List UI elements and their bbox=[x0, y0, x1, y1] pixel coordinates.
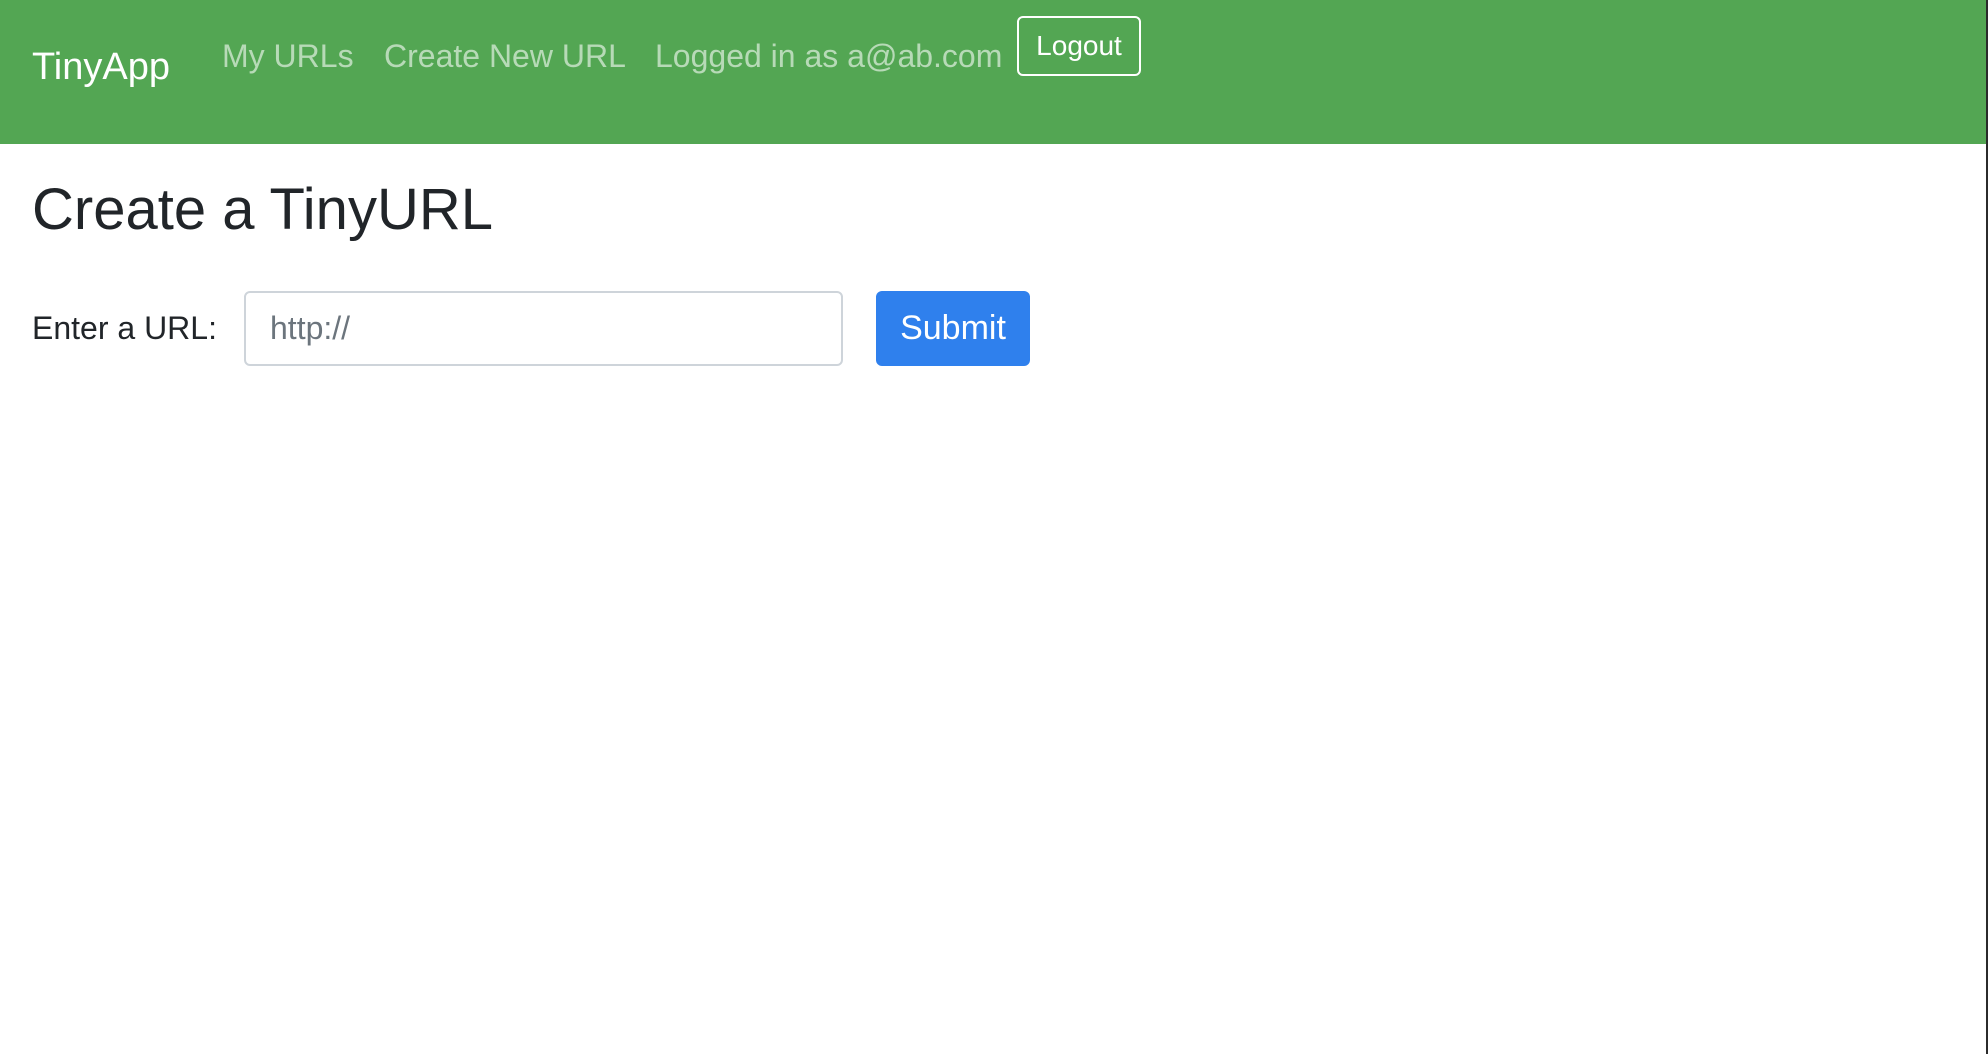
url-input[interactable] bbox=[244, 291, 843, 366]
nav-link-create-new-url[interactable]: Create New URL bbox=[384, 38, 626, 75]
top-navbar: TinyApp My URLs Create New URL Logged in… bbox=[0, 0, 1986, 144]
submit-button[interactable]: Submit bbox=[876, 291, 1030, 366]
logged-in-status: Logged in as a@ab.com bbox=[655, 38, 1003, 74]
brand-link[interactable]: TinyApp bbox=[32, 46, 170, 89]
url-field-label: Enter a URL: bbox=[32, 310, 217, 346]
page-viewport: TinyApp My URLs Create New URL Logged in… bbox=[0, 0, 1986, 1054]
browser-page: TinyApp My URLs Create New URL Logged in… bbox=[0, 0, 1988, 1054]
logout-button[interactable]: Logout bbox=[1017, 16, 1141, 76]
nav-link-my-urls[interactable]: My URLs bbox=[222, 38, 354, 75]
page-title: Create a TinyURL bbox=[32, 177, 493, 242]
